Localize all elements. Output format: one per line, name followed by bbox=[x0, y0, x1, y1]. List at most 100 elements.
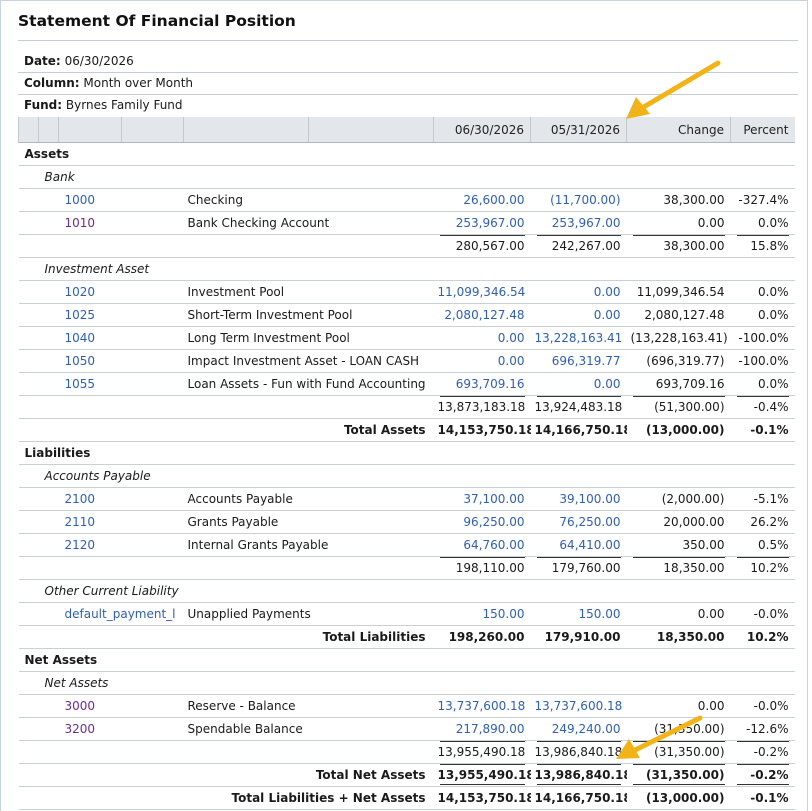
account-code-link[interactable]: 1000 bbox=[18, 188, 184, 212]
subtotal-change: 38,300.00 bbox=[626, 234, 731, 258]
amount-change: 0.00 bbox=[626, 602, 731, 626]
table-row: 2120 Internal Grants Payable 64,760.00 6… bbox=[18, 533, 795, 557]
subtotal-percent: 10.2% bbox=[730, 556, 795, 580]
account-name: Spendable Balance bbox=[183, 717, 434, 741]
amount-change: 0.00 bbox=[626, 694, 731, 718]
total-change: (31,350.00) bbox=[626, 763, 731, 787]
amount-prior-link[interactable]: 39,100.00 bbox=[530, 487, 627, 511]
amount-change: 38,300.00 bbox=[626, 188, 731, 212]
amount-change: 350.00 bbox=[626, 533, 731, 557]
col-header-change[interactable]: Change bbox=[626, 117, 731, 143]
amount-current-link[interactable]: 26,600.00 bbox=[433, 188, 531, 212]
subtotal-current: 13,955,490.18 bbox=[433, 740, 531, 764]
table-row: 2100 Accounts Payable 37,100.00 39,100.0… bbox=[18, 487, 795, 511]
amount-percent: 26.2% bbox=[730, 510, 795, 534]
col-header-percent[interactable]: Percent bbox=[730, 117, 795, 143]
section-assets: Assets bbox=[18, 142, 795, 166]
amount-prior-link[interactable]: (11,700.00) bbox=[530, 188, 627, 212]
date-value: 06/30/2026 bbox=[64, 54, 134, 68]
divider bbox=[18, 94, 798, 95]
account-code-link[interactable]: 1010 bbox=[18, 211, 184, 235]
total-current: 14,153,750.18 bbox=[433, 418, 531, 442]
section-liabilities: Liabilities bbox=[18, 441, 795, 465]
subtotal-row: 280,567.00 242,267.00 38,300.00 15.8% bbox=[18, 234, 795, 258]
subtotal-spacer bbox=[18, 234, 434, 258]
amount-prior-link[interactable]: 253,967.00 bbox=[530, 211, 627, 235]
date-label: Date: bbox=[24, 54, 61, 68]
subtotal-change: (31,350.00) bbox=[626, 740, 731, 764]
amount-current-link[interactable]: 0.00 bbox=[433, 349, 531, 373]
account-code-link[interactable]: 2120 bbox=[18, 533, 184, 557]
account-code-link[interactable]: 2100 bbox=[18, 487, 184, 511]
account-code-link[interactable]: 1025 bbox=[18, 303, 184, 327]
report-date: Date: 06/30/2026 bbox=[24, 54, 134, 68]
amount-percent: 0.0% bbox=[730, 280, 795, 304]
account-code-link[interactable]: 1055 bbox=[18, 372, 184, 396]
amount-prior-link[interactable]: 64,410.00 bbox=[530, 533, 627, 557]
account-name: Impact Investment Asset - LOAN CASH bbox=[183, 349, 434, 373]
account-code-link[interactable]: 1040 bbox=[18, 326, 184, 350]
group-header-row: Other Current Liability bbox=[18, 579, 795, 603]
subtotal-spacer bbox=[18, 740, 434, 764]
header-cell bbox=[183, 117, 309, 143]
amount-prior-link[interactable]: 0.00 bbox=[530, 372, 627, 396]
amount-prior-link[interactable]: 150.00 bbox=[530, 602, 627, 626]
table-row: 1010 Bank Checking Account 253,967.00 25… bbox=[18, 211, 795, 235]
total-assets-label: Total Assets bbox=[18, 418, 434, 442]
account-code-link[interactable]: 3000 bbox=[18, 694, 184, 718]
header-cell bbox=[308, 117, 434, 143]
amount-prior-link[interactable]: 13,228,163.41 bbox=[530, 326, 627, 350]
column-label: Column: bbox=[24, 76, 80, 90]
amount-current-link[interactable]: 11,099,346.54 bbox=[433, 280, 531, 304]
account-code-link[interactable]: default_payment_l bbox=[18, 602, 184, 626]
account-code-link[interactable]: 3200 bbox=[18, 717, 184, 741]
amount-prior-link[interactable]: 696,319.77 bbox=[530, 349, 627, 373]
amount-current-link[interactable]: 96,250.00 bbox=[433, 510, 531, 534]
amount-current-link[interactable]: 13,737,600.18 bbox=[433, 694, 531, 718]
subtotal-current: 13,873,183.18 bbox=[433, 395, 531, 419]
amount-current-link[interactable]: 693,709.16 bbox=[433, 372, 531, 396]
group-net-assets: Net Assets bbox=[18, 671, 795, 695]
group-investment-asset: Investment Asset bbox=[18, 257, 795, 281]
amount-current-link[interactable]: 253,967.00 bbox=[433, 211, 531, 235]
amount-current-link[interactable]: 64,760.00 bbox=[433, 533, 531, 557]
amount-current-link[interactable]: 217,890.00 bbox=[433, 717, 531, 741]
grand-total-percent: -0.1% bbox=[730, 786, 795, 810]
total-percent: -0.2% bbox=[730, 763, 795, 787]
amount-prior-link[interactable]: 76,250.00 bbox=[530, 510, 627, 534]
amount-change: (696,319.77) bbox=[626, 349, 731, 373]
total-percent: -0.1% bbox=[730, 418, 795, 442]
table-row: 1000 Checking 26,600.00 (11,700.00) 38,3… bbox=[18, 188, 795, 212]
amount-prior-link[interactable]: 13,737,600.18 bbox=[530, 694, 627, 718]
header-cell bbox=[58, 117, 122, 143]
amount-current-link[interactable]: 2,080,127.48 bbox=[433, 303, 531, 327]
total-liabilities-label: Total Liabilities bbox=[18, 625, 434, 649]
account-code-link[interactable]: 1020 bbox=[18, 280, 184, 304]
group-other-current-liability: Other Current Liability bbox=[18, 579, 795, 603]
amount-current-link[interactable]: 150.00 bbox=[433, 602, 531, 626]
subtotal-spacer bbox=[18, 556, 434, 580]
amount-prior-link[interactable]: 0.00 bbox=[530, 280, 627, 304]
amount-change: (31,350.00) bbox=[626, 717, 731, 741]
financial-position-table: 06/30/2026 05/31/2026 Change Percent Ass… bbox=[18, 117, 795, 810]
grand-total-current: 14,153,750.18 bbox=[433, 786, 531, 810]
total-row: Total Net Assets 13,955,490.18 13,986,84… bbox=[18, 763, 795, 787]
amount-prior-link[interactable]: 249,240.00 bbox=[530, 717, 627, 741]
account-code-link[interactable]: 1050 bbox=[18, 349, 184, 373]
amount-percent: -327.4% bbox=[730, 188, 795, 212]
report-column: Column: Month over Month bbox=[24, 76, 193, 90]
group-header-row: Net Assets bbox=[18, 671, 795, 695]
col-header-prior[interactable]: 05/31/2026 bbox=[530, 117, 627, 143]
group-header-row: Accounts Payable bbox=[18, 464, 795, 488]
amount-current-link[interactable]: 0.00 bbox=[433, 326, 531, 350]
total-change: (13,000.00) bbox=[626, 418, 731, 442]
amount-current-link[interactable]: 37,100.00 bbox=[433, 487, 531, 511]
amount-change: 693,709.16 bbox=[626, 372, 731, 396]
col-header-current[interactable]: 06/30/2026 bbox=[433, 117, 531, 143]
subtotal-prior: 13,924,483.18 bbox=[530, 395, 627, 419]
account-name: Grants Payable bbox=[183, 510, 434, 534]
amount-prior-link[interactable]: 0.00 bbox=[530, 303, 627, 327]
account-name: Investment Pool bbox=[183, 280, 434, 304]
account-code-link[interactable]: 2110 bbox=[18, 510, 184, 534]
amount-change: (2,000.00) bbox=[626, 487, 731, 511]
